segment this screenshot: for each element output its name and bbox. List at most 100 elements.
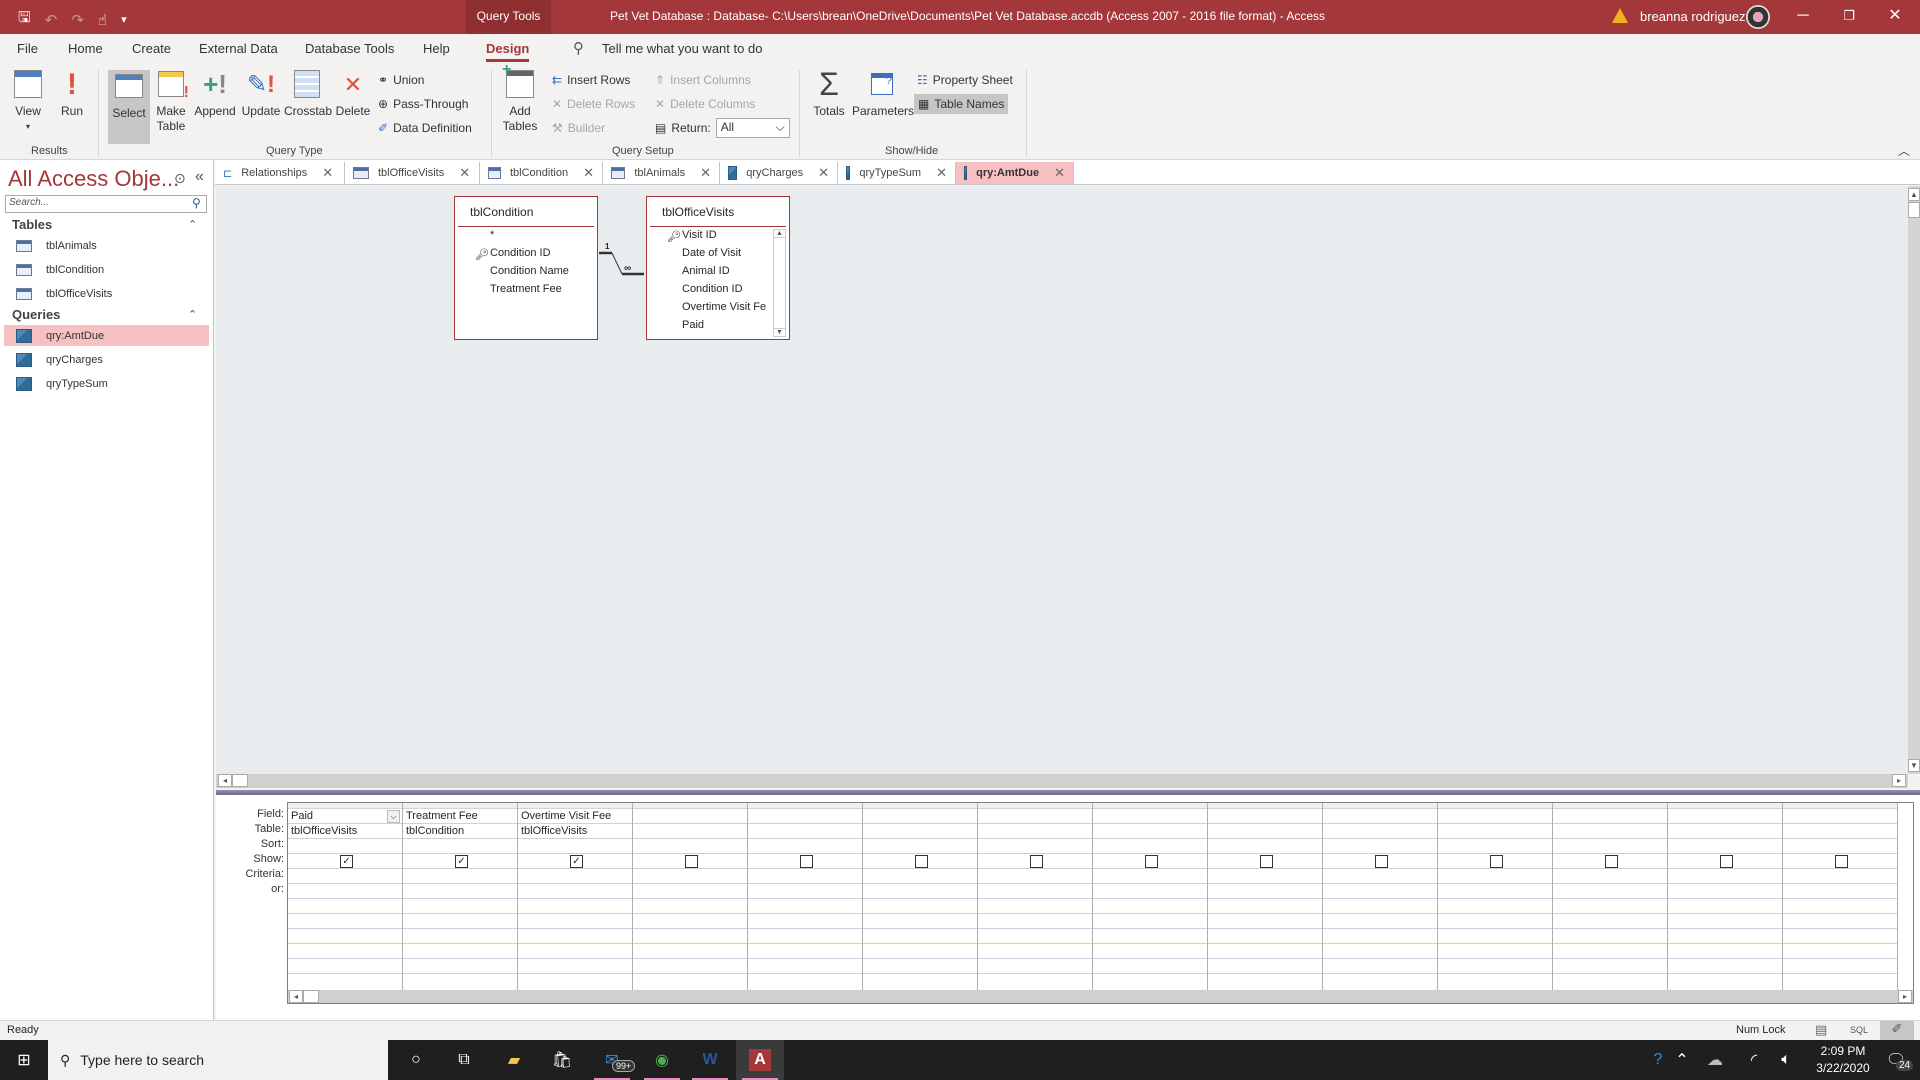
or-cell[interactable] (978, 914, 1092, 929)
grid-column[interactable] (1208, 803, 1323, 993)
or-cell[interactable] (1553, 884, 1667, 899)
field-cell[interactable] (1208, 809, 1322, 824)
or-cell[interactable] (288, 929, 402, 944)
sort-cell[interactable] (1093, 839, 1207, 854)
field-item[interactable]: Paid (647, 319, 789, 337)
or-cell[interactable] (1783, 959, 1897, 974)
sort-cell[interactable] (1668, 839, 1782, 854)
or-cell[interactable] (978, 959, 1092, 974)
close-tab-icon[interactable]: ✕ (1054, 165, 1065, 181)
or-cell[interactable] (1208, 884, 1322, 899)
criteria-cell[interactable] (978, 869, 1092, 884)
sql-view-button[interactable]: SQL (1850, 1025, 1868, 1035)
table-cell[interactable] (1783, 824, 1897, 839)
criteria-cell[interactable] (403, 869, 517, 884)
or-cell[interactable] (1553, 929, 1667, 944)
field-cell[interactable] (978, 809, 1092, 824)
field-cell[interactable] (1093, 809, 1207, 824)
criteria-cell[interactable] (518, 869, 632, 884)
sort-cell[interactable] (1553, 839, 1667, 854)
field-cell[interactable] (1553, 809, 1667, 824)
field-cell[interactable] (1323, 809, 1437, 824)
chrome-icon[interactable]: ◉ (638, 1040, 686, 1080)
tab-help[interactable]: Help (423, 41, 450, 56)
collapse-group-icon[interactable]: ⌃ (188, 218, 197, 231)
sort-cell[interactable] (288, 839, 402, 854)
mail-icon[interactable]: ✉ 99+ (588, 1040, 636, 1080)
or-cell[interactable] (1323, 899, 1437, 914)
close-tab-icon[interactable]: ✕ (322, 165, 333, 181)
taskbar-search-box[interactable]: ⚲ Type here to search (48, 1040, 388, 1080)
scroll-right-icon[interactable]: ▸ (1898, 990, 1912, 1003)
show-checkbox[interactable] (685, 855, 698, 868)
field-cell[interactable]: Overtime Visit Fee (518, 809, 632, 824)
or-cell[interactable] (1668, 914, 1782, 929)
or-cell[interactable] (863, 929, 977, 944)
totals-button[interactable]: Σ Totals (810, 68, 848, 119)
field-list-tblcondition[interactable]: tblCondition * 🔑︎ Condition ID Condition … (454, 196, 598, 340)
table-cell[interactable]: tblOfficeVisits (288, 824, 402, 839)
data-definition-button[interactable]: ✐ Data Definition (378, 118, 472, 138)
table-cell[interactable] (748, 824, 862, 839)
chevron-down-icon[interactable]: ⌵ (387, 810, 400, 823)
or-cell[interactable] (1093, 899, 1207, 914)
criteria-cell[interactable] (288, 869, 402, 884)
doc-tab-tblofficevisits[interactable]: tblOfficeVisits ✕ (345, 162, 480, 184)
or-cell[interactable] (1438, 884, 1552, 899)
field-item[interactable]: Animal ID (647, 265, 789, 283)
or-cell[interactable] (748, 884, 862, 899)
or-cell[interactable] (288, 884, 402, 899)
field-item[interactable]: * (455, 229, 597, 247)
show-checkbox[interactable] (915, 855, 928, 868)
grid-column[interactable]: Treatment Fee tblCondition ✓ (403, 803, 518, 993)
table-cell[interactable] (1323, 824, 1437, 839)
or-cell[interactable] (1438, 914, 1552, 929)
field-item[interactable]: 🔑︎ Condition ID (455, 247, 597, 265)
grid-column[interactable] (1553, 803, 1668, 993)
queries-group-header[interactable]: Queries (12, 307, 60, 322)
or-cell[interactable] (1668, 959, 1782, 974)
action-center-icon[interactable]: 🗨︎ 24 (1876, 1040, 1916, 1080)
property-sheet-button[interactable]: ☷ Property Sheet (917, 70, 1013, 90)
or-cell[interactable] (978, 929, 1092, 944)
grid-column[interactable] (1668, 803, 1783, 993)
or-cell[interactable] (633, 884, 747, 899)
tab-create[interactable]: Create (132, 41, 171, 56)
or-cell[interactable] (288, 899, 402, 914)
table-cell[interactable] (978, 824, 1092, 839)
sort-cell[interactable] (633, 839, 747, 854)
grid-column[interactable]: Overtime Visit Fee tblOfficeVisits ✓ (518, 803, 633, 993)
or-cell[interactable] (748, 959, 862, 974)
table-cell[interactable] (633, 824, 747, 839)
doc-tab-relationships[interactable]: ⊏ Relationships ✕ (215, 162, 345, 184)
sort-cell[interactable] (1323, 839, 1437, 854)
field-list-title[interactable]: tblOfficeVisits (650, 197, 786, 227)
or-cell[interactable] (1783, 929, 1897, 944)
or-cell[interactable] (1093, 929, 1207, 944)
field-item[interactable]: 🔑︎ Visit ID (647, 229, 789, 247)
show-checkbox[interactable]: ✓ (570, 855, 583, 868)
criteria-cell[interactable] (1668, 869, 1782, 884)
show-checkbox[interactable] (1030, 855, 1043, 868)
table-cell[interactable] (1208, 824, 1322, 839)
or-cell[interactable] (1093, 914, 1207, 929)
field-cell[interactable] (1668, 809, 1782, 824)
or-cell[interactable] (633, 944, 747, 959)
or-cell[interactable] (863, 959, 977, 974)
or-cell[interactable] (633, 899, 747, 914)
or-cell[interactable] (1093, 959, 1207, 974)
nav-item-tblofficevisits[interactable]: tblOfficeVisits (4, 283, 209, 304)
show-checkbox[interactable] (1720, 855, 1733, 868)
field-item[interactable]: Overtime Visit Fe (647, 301, 769, 319)
field-cell[interactable] (1438, 809, 1552, 824)
onedrive-icon[interactable]: ☁ (1700, 1040, 1730, 1080)
or-cell[interactable] (403, 959, 517, 974)
run-button[interactable]: ! Run (54, 68, 90, 119)
field-cell[interactable] (1783, 809, 1897, 824)
update-button[interactable]: ✎! Update (240, 68, 282, 119)
return-dropdown[interactable]: All ⌵ (715, 118, 790, 138)
or-cell[interactable] (518, 959, 632, 974)
cortana-icon[interactable]: ○ (392, 1040, 440, 1080)
union-button[interactable]: ⚭ Union (378, 70, 424, 90)
field-item[interactable]: Condition ID (647, 283, 789, 301)
